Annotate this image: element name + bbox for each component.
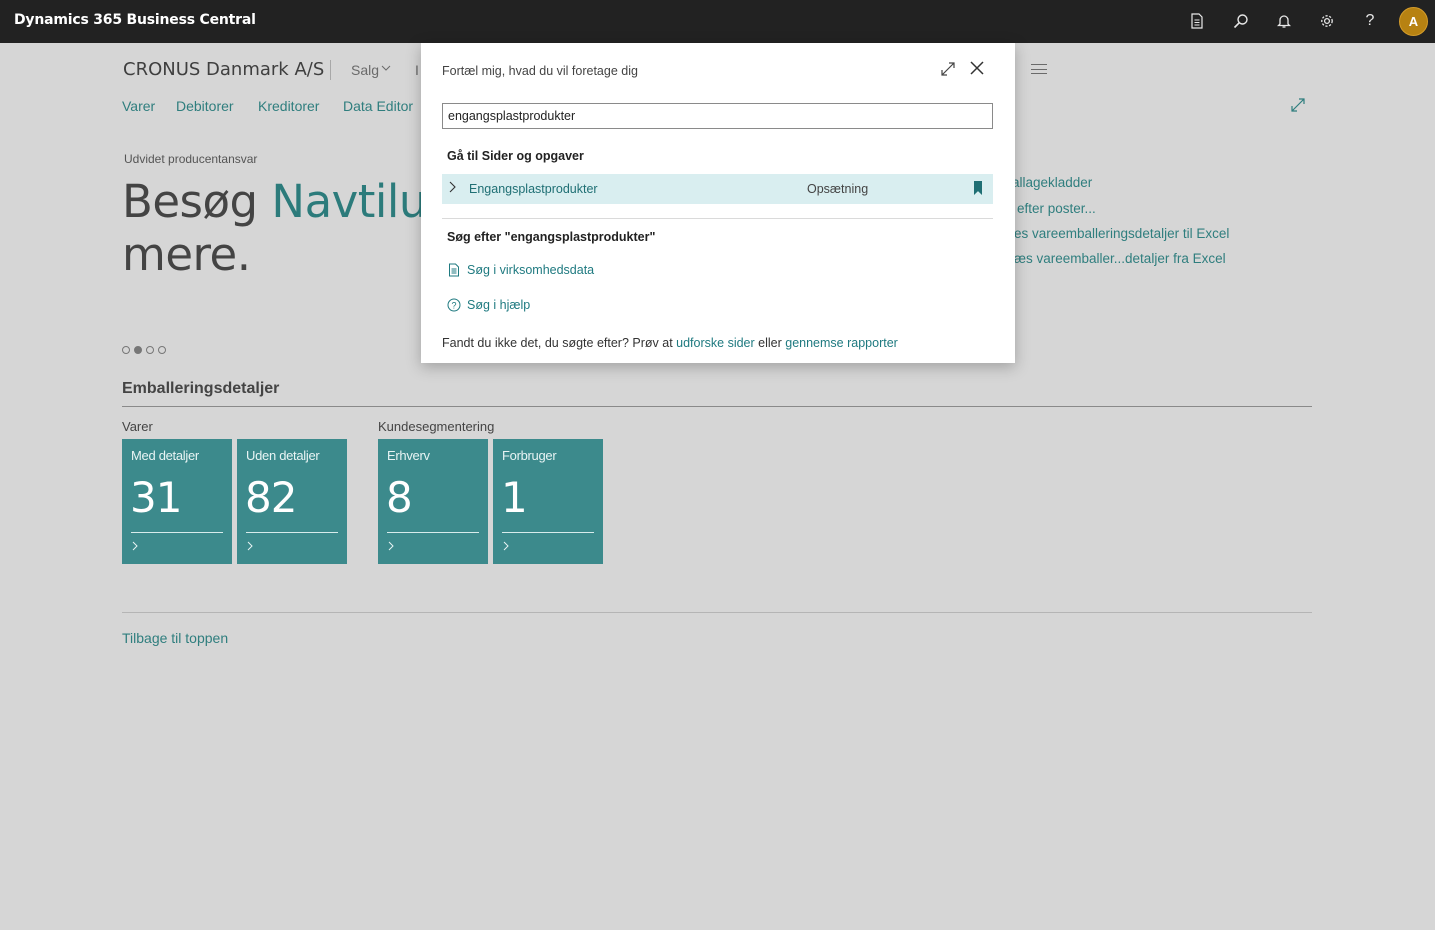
- help-icon: ?: [447, 298, 461, 312]
- document-icon[interactable]: [1187, 11, 1207, 31]
- carousel-dot[interactable]: [122, 346, 130, 354]
- menu-salg[interactable]: Salg: [351, 62, 379, 78]
- results-heading: Gå til Sider og opgaver: [447, 149, 584, 163]
- dialog-title: Fortæl mig, hvad du vil foretage dig: [442, 64, 638, 78]
- help-icon[interactable]: ?: [1360, 11, 1380, 31]
- search-company-data-label[interactable]: Søg i virksomhedsdata: [467, 263, 594, 277]
- tile-divider: [131, 532, 223, 533]
- headline-label: Udvidet producentansvar: [124, 152, 258, 166]
- nav-data-editor[interactable]: Data Editor: [343, 98, 413, 114]
- footer-text: Fandt du ikke det, du søgte efter? Prøv …: [442, 336, 677, 350]
- avatar[interactable]: A: [1399, 7, 1428, 36]
- tile-value: 31: [130, 473, 182, 522]
- action-link[interactable]: æs vareemballer...detaljer fra Excel: [1014, 251, 1226, 266]
- close-icon[interactable]: [969, 58, 985, 80]
- app-title[interactable]: Dynamics 365 Business Central: [14, 12, 256, 28]
- nav-varer[interactable]: Varer: [122, 98, 155, 114]
- search-icon[interactable]: [1231, 11, 1251, 31]
- tile-label: Med detaljer: [131, 448, 199, 463]
- tile-label: Erhverv: [387, 448, 430, 463]
- expand-icon[interactable]: [940, 61, 956, 82]
- company-name[interactable]: CRONUS Danmark A/S: [123, 59, 324, 80]
- result-category: Opsætning: [807, 182, 869, 196]
- hamburger-icon[interactable]: [1031, 64, 1047, 74]
- bookmark-icon[interactable]: [974, 181, 982, 195]
- tile-label: Uden detaljer: [246, 448, 320, 463]
- footer-text-mid: eller: [754, 336, 786, 350]
- bottom-divider: [122, 612, 1312, 613]
- carousel-dot-active[interactable]: [134, 346, 142, 354]
- search-company-data-link[interactable]: Søg i virksomhedsdata: [447, 263, 594, 277]
- tile-value: 8: [386, 473, 413, 522]
- cue-tile-uden-detaljer[interactable]: Uden detaljer 82: [237, 439, 347, 564]
- dialog-divider: [442, 218, 993, 219]
- chevron-right-icon: [387, 540, 395, 554]
- dialog-footer: Fandt du ikke det, du søgte efter? Prøv …: [442, 336, 898, 350]
- chevron-right-icon: [131, 540, 139, 554]
- tile-divider: [502, 532, 594, 533]
- action-link[interactable]: efter poster...: [1017, 201, 1096, 216]
- browse-reports-link[interactable]: gennemse rapporter: [785, 336, 898, 350]
- chevron-right-icon[interactable]: [449, 180, 457, 197]
- gear-icon[interactable]: [1317, 11, 1337, 31]
- back-to-top-link[interactable]: Tilbage til toppen: [122, 630, 228, 646]
- document-icon: [447, 263, 461, 277]
- section-divider: [122, 406, 1312, 407]
- carousel-dot[interactable]: [158, 346, 166, 354]
- search-help-label[interactable]: Søg i hjælp: [467, 298, 530, 312]
- cue-tile-erhverv[interactable]: Erhverv 8: [378, 439, 488, 564]
- tile-divider: [387, 532, 479, 533]
- cue-tile-med-detaljer[interactable]: Med detaljer 31: [122, 439, 232, 564]
- group-label-kundesegmentering: Kundesegmentering: [378, 419, 495, 434]
- tile-value: 1: [501, 473, 528, 522]
- carousel-dot[interactable]: [146, 346, 154, 354]
- search-input[interactable]: [442, 103, 993, 129]
- carousel-dots: [122, 346, 166, 354]
- group-label-varer: Varer: [122, 419, 153, 434]
- chevron-right-icon: [502, 540, 510, 554]
- search-help-link[interactable]: ? Søg i hjælp: [447, 298, 530, 312]
- menu-truncated[interactable]: I: [415, 62, 419, 78]
- explore-pages-link[interactable]: udforske sider: [676, 336, 755, 350]
- chevron-right-icon: [246, 540, 254, 554]
- section-title: Emballeringsdetaljer: [122, 380, 280, 397]
- action-link[interactable]: allagekladder: [1012, 175, 1092, 190]
- result-name[interactable]: Engangsplastprodukter: [469, 182, 598, 196]
- chevron-down-icon: [381, 63, 391, 76]
- bell-icon[interactable]: [1274, 11, 1294, 31]
- tell-me-dialog: Fortæl mig, hvad du vil foretage dig Gå …: [421, 43, 1015, 363]
- nav-kreditorer[interactable]: Kreditorer: [258, 98, 319, 114]
- headline-line2: mere.: [122, 228, 251, 281]
- action-link[interactable]: es vareemballeringsdetaljer til Excel: [1014, 226, 1229, 241]
- top-bar: Dynamics 365 Business Central ? A: [0, 0, 1435, 43]
- search-heading: Søg efter "engangsplastprodukter": [447, 230, 656, 244]
- tile-label: Forbruger: [502, 448, 557, 463]
- nav-debitorer[interactable]: Debitorer: [176, 98, 234, 114]
- header-separator: [330, 60, 331, 80]
- headline-plain: Besøg: [122, 175, 272, 228]
- tile-value: 82: [245, 473, 297, 522]
- cue-tile-forbruger[interactable]: Forbruger 1: [493, 439, 603, 564]
- search-result-row[interactable]: Engangsplastprodukter Opsætning: [442, 174, 993, 204]
- tile-divider: [246, 532, 338, 533]
- svg-text:?: ?: [451, 300, 456, 310]
- expand-icon[interactable]: [1290, 97, 1306, 117]
